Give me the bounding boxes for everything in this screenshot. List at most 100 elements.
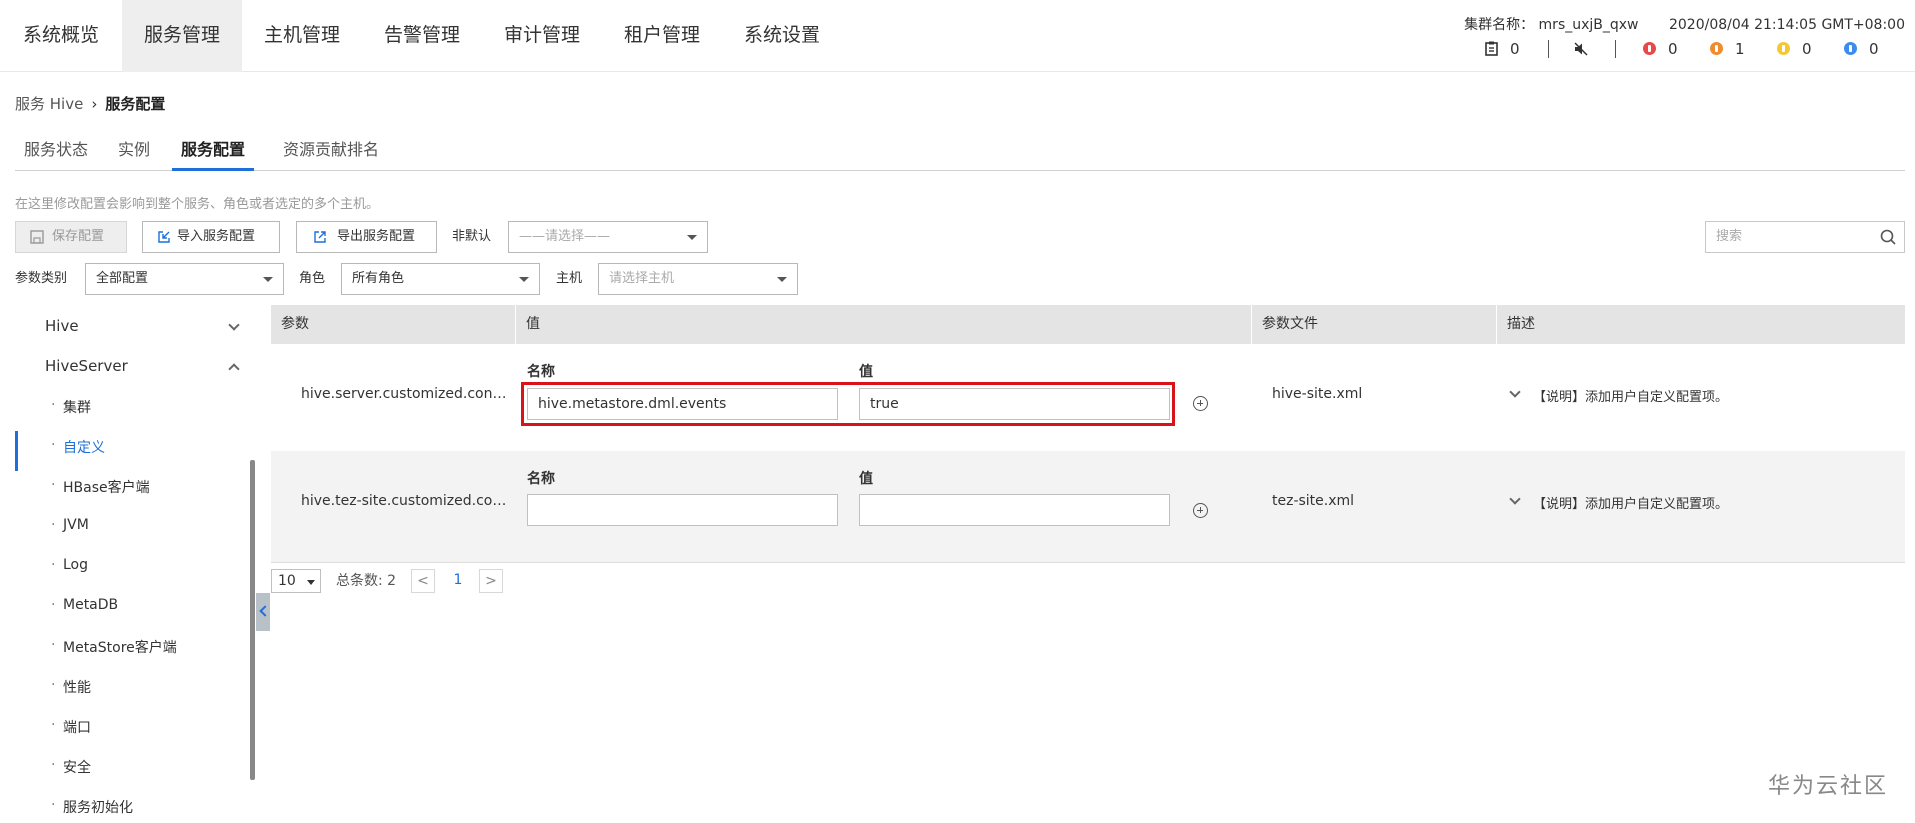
table-header: 参数 值 参数文件 描述 [271, 305, 1905, 344]
nav-item-service-management[interactable]: 服务管理 [122, 0, 242, 72]
save-icon [30, 230, 44, 244]
task-count: 0 [1510, 40, 1520, 58]
value-field-label: 值 [859, 364, 873, 380]
param-description: 【说明】添加用户自定义配置项。 [1533, 497, 1729, 512]
alarm-minor[interactable]: 0 [1777, 38, 1812, 60]
page-size-select[interactable]: 10 [271, 569, 321, 593]
prev-page-button[interactable]: < [411, 569, 435, 593]
tree-item-metadb[interactable]: MetaDB [51, 597, 118, 613]
custom-name-input[interactable] [527, 494, 838, 526]
save-config-button[interactable]: 保存配置 [15, 221, 127, 253]
name-field-label: 名称 [527, 364, 555, 380]
tree-item-cluster[interactable]: 集群 [51, 397, 91, 417]
add-icon[interactable] [1193, 396, 1208, 411]
nav-item-alarm-management[interactable]: 告警管理 [362, 0, 482, 72]
nav-item-overview[interactable]: 系统概览 [0, 0, 122, 72]
watermark: 华为云社区 [1768, 774, 1889, 799]
config-tree-sidebar: Hive HiveServer 集群 自定义 HBase客户端 JVM Log … [15, 305, 250, 823]
tree-group-hive[interactable]: Hive [15, 317, 245, 335]
alarm-major[interactable]: 1 [1710, 38, 1745, 60]
minor-count: 0 [1802, 40, 1812, 58]
search-icon[interactable] [1880, 229, 1896, 245]
cluster-name[interactable]: mrs_uxjB_qxw [1539, 17, 1639, 33]
page-size-value: 10 [278, 573, 296, 589]
host-label: 主机 [556, 271, 583, 286]
custom-value-input[interactable]: true [859, 388, 1170, 420]
config-hint: 在这里修改配置会影响到整个服务、角色或者选定的多个主机。 [15, 197, 380, 212]
collapse-sidebar-handle[interactable] [256, 593, 270, 631]
tree-item-service-init[interactable]: 服务初始化 [51, 797, 133, 817]
export-config-button[interactable]: 导出服务配置 [296, 221, 437, 253]
table-row: hive.server.customized.configs 名称 值 hive… [271, 344, 1905, 451]
chevron-down-icon[interactable] [1509, 493, 1521, 505]
tree-item-security[interactable]: 安全 [51, 757, 91, 777]
chevron-down-icon [263, 277, 273, 282]
search-placeholder: 搜索 [1716, 229, 1743, 244]
page-number[interactable]: 1 [446, 569, 470, 593]
param-category-label: 参数类别 [15, 271, 68, 286]
tree-item-custom[interactable]: 自定义 [51, 437, 105, 457]
role-select[interactable]: 所有角色 [341, 263, 540, 295]
role-value: 所有角色 [352, 271, 405, 286]
tree-item-metastore-client[interactable]: MetaStore客户端 [51, 637, 177, 657]
active-indicator [15, 431, 18, 471]
divider [1615, 40, 1616, 58]
breadcrumb: 服务 Hive › 服务配置 [15, 93, 165, 114]
top-nav: 系统概览 服务管理 主机管理 告警管理 审计管理 租户管理 系统设置 集群名称：… [0, 0, 1915, 72]
cluster-info: 集群名称： mrs_uxjB_qxw 2020/08/04 21:14:05 G… [1464, 14, 1905, 34]
nav-item-tenant-management[interactable]: 租户管理 [602, 0, 722, 72]
role-label: 角色 [299, 271, 326, 286]
import-config-button[interactable]: 导入服务配置 [142, 221, 280, 253]
custom-value-input[interactable] [859, 494, 1170, 526]
tree-group-hiveserver-label: HiveServer [45, 357, 128, 375]
tab-resource-ranking[interactable]: 资源贡献排名 [274, 137, 388, 171]
tab-service-status[interactable]: 服务状态 [15, 137, 97, 171]
info-count: 0 [1869, 40, 1879, 58]
non-default-select[interactable]: ——请选择—— [508, 221, 708, 253]
param-file: hive-site.xml [1272, 386, 1363, 402]
chevron-down-icon[interactable] [1509, 386, 1521, 398]
total-count: 总条数: 2 [336, 573, 397, 589]
task-status[interactable]: 0 [1485, 38, 1520, 60]
param-category-value: 全部配置 [96, 271, 149, 286]
search-input[interactable]: 搜索 [1705, 221, 1905, 253]
nav-item-system-settings[interactable]: 系统设置 [722, 0, 842, 72]
major-alarm-icon [1710, 42, 1723, 55]
info-alarm-icon [1844, 42, 1857, 55]
tree-group-hiveserver[interactable]: HiveServer [15, 357, 245, 375]
datetime: 2020/08/04 21:14:05 GMT+08:00 [1668, 17, 1905, 33]
param-file: tez-site.xml [1272, 493, 1355, 509]
tree-item-port[interactable]: 端口 [51, 717, 91, 737]
param-name: hive.tez-site.customized.conf... [301, 493, 511, 509]
tree-item-log[interactable]: Log [51, 557, 88, 573]
host-select[interactable]: 请选择主机 [598, 263, 798, 295]
alarm-critical[interactable]: 0 [1643, 38, 1678, 60]
mute-icon [1574, 42, 1588, 56]
alarm-info[interactable]: 0 [1844, 38, 1879, 60]
breadcrumb-service-hive[interactable]: 服务 Hive [15, 95, 83, 113]
next-page-button[interactable]: > [479, 569, 503, 593]
custom-name-input[interactable]: hive.metastore.dml.events [527, 388, 838, 420]
add-icon[interactable] [1193, 503, 1208, 518]
chevron-up-icon [228, 363, 240, 375]
tree-item-jvm[interactable]: JVM [51, 517, 89, 533]
header-param-file: 参数文件 [1252, 305, 1497, 344]
nav-item-audit-management[interactable]: 审计管理 [482, 0, 602, 72]
tab-instances[interactable]: 实例 [109, 137, 159, 171]
major-count: 1 [1735, 40, 1745, 58]
divider [1548, 40, 1549, 58]
mute-toggle[interactable] [1574, 38, 1588, 60]
tree-item-hbase-client[interactable]: HBase客户端 [51, 477, 150, 497]
nav-item-host-management[interactable]: 主机管理 [242, 0, 362, 72]
breadcrumb-separator: › [91, 95, 98, 113]
header-value: 值 [516, 305, 1252, 344]
import-icon [158, 231, 170, 243]
tree-group-hive-label: Hive [45, 317, 79, 335]
param-category-select[interactable]: 全部配置 [85, 263, 284, 295]
tab-service-config[interactable]: 服务配置 [172, 137, 255, 171]
table-row: hive.tez-site.customized.conf... 名称 值 te… [271, 451, 1905, 563]
clipboard-icon [1485, 41, 1498, 56]
sidebar-scrollbar[interactable] [250, 460, 255, 780]
tree-item-performance[interactable]: 性能 [51, 677, 91, 697]
minor-alarm-icon [1777, 42, 1790, 55]
